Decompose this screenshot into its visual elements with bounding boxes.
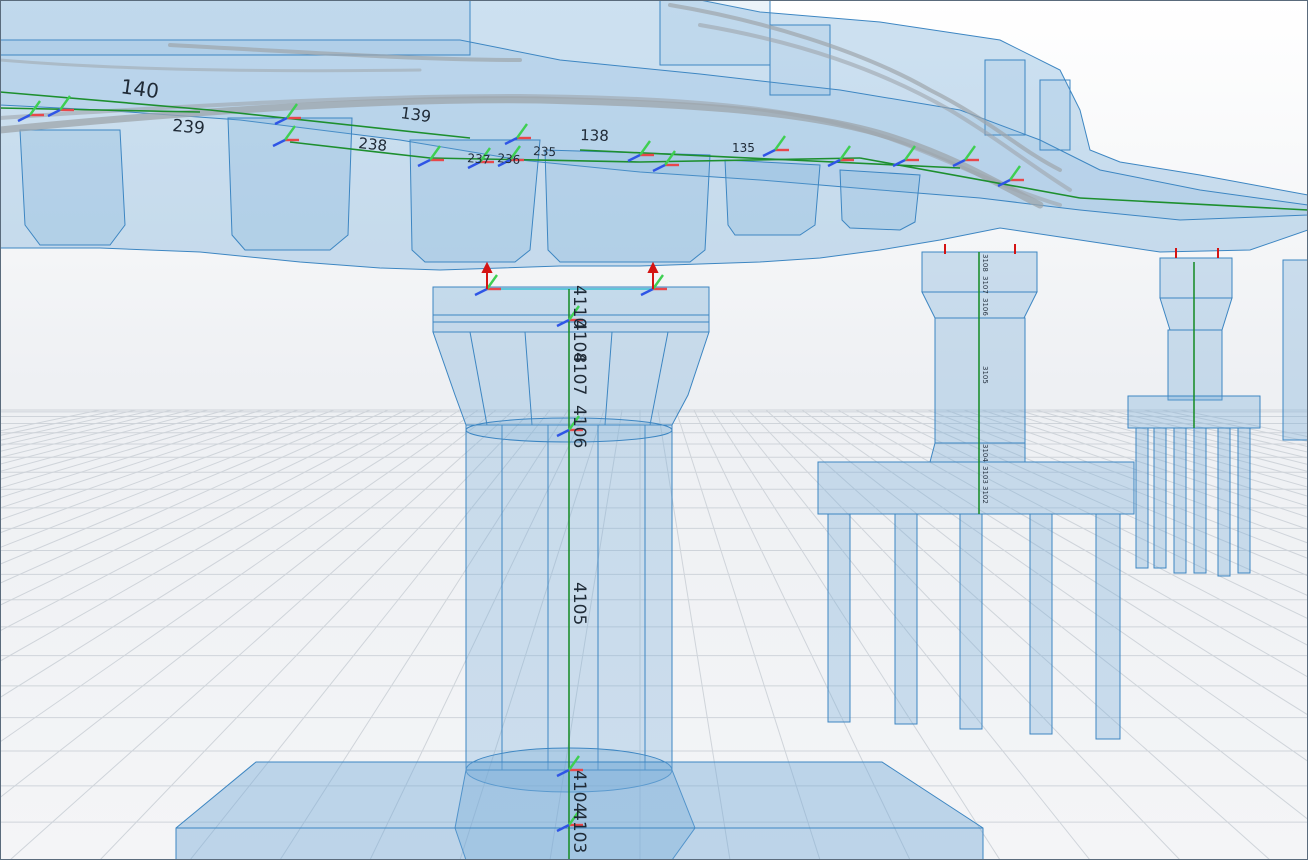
member-label-4104: 4104 xyxy=(569,770,589,813)
member-label-135: 135 xyxy=(732,141,755,155)
member-label-3103: 3103 xyxy=(981,466,989,484)
member-label-4103: 4103 xyxy=(569,810,589,853)
member-label-138: 138 xyxy=(580,126,609,145)
3d-model-viewport[interactable]: 140 239 238 139 237 236 235 138 135 4110… xyxy=(0,0,1308,861)
member-label-4105: 4105 xyxy=(569,582,589,625)
member-label-4106: 4106 xyxy=(569,405,589,448)
member-label-3106: 3106 xyxy=(981,298,989,316)
member-label-3102: 3102 xyxy=(981,486,989,504)
member-label-3104: 3104 xyxy=(981,444,989,462)
member-label-239: 239 xyxy=(172,116,206,139)
member-label-237: 237 xyxy=(467,151,491,167)
member-label-235: 235 xyxy=(533,144,557,159)
member-label-3105: 3105 xyxy=(981,366,989,384)
member-label-4107: 4107 xyxy=(569,352,589,395)
member-label-238: 238 xyxy=(358,134,388,155)
member-label-3108: 3108 xyxy=(981,254,989,272)
bridge-model-canvas[interactable]: 140 239 238 139 237 236 235 138 135 4110… xyxy=(0,0,1308,861)
member-label-3107: 3107 xyxy=(981,276,989,294)
member-label-236: 236 xyxy=(497,151,521,167)
middle-pier-labels: 3108 3107 3106 3105 3104 3103 3102 xyxy=(981,254,989,504)
